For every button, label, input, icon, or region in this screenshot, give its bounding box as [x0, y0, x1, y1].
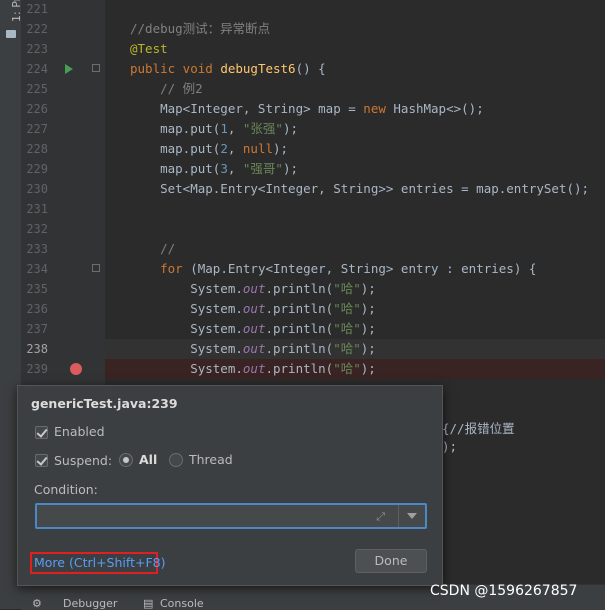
code-line[interactable]: Map<Integer, String> map = new HashMap<>… [130, 99, 484, 119]
more-settings-link[interactable]: More (Ctrl+Shift+F8) [30, 552, 165, 574]
code-line[interactable]: map.put(1, "张强"); [130, 119, 298, 139]
popup-title: genericTest.java:239 [31, 396, 178, 411]
condition-label: Condition: [34, 482, 98, 497]
console-icon[interactable]: ▤ [143, 597, 153, 610]
code-line[interactable]: // 例2 [130, 79, 203, 99]
code-line[interactable]: map.put(3, "强哥"); [130, 159, 298, 179]
code-line[interactable]: System.out.println("哈"); [130, 279, 376, 299]
watermark: CSDN @1596267857 [430, 583, 578, 599]
run-test-icon[interactable] [65, 64, 73, 74]
fold-marker-icon[interactable] [92, 64, 100, 72]
code-line[interactable]: System.out.println("哈"); [130, 339, 376, 359]
code-line[interactable]: for (Map.Entry<Integer, String> entry : … [130, 259, 536, 279]
line-number: 224 [26, 62, 48, 76]
line-number: 238 [26, 342, 48, 356]
line-number: 237 [26, 322, 48, 336]
enabled-checkbox[interactable] [35, 426, 48, 439]
line-number: 232 [26, 222, 48, 236]
breakpoint-icon[interactable] [70, 363, 82, 375]
line-number: 223 [26, 42, 48, 56]
line-number: 231 [26, 202, 48, 216]
condition-input[interactable]: ⤢ [35, 503, 427, 529]
suspend-label: Suspend: [54, 453, 113, 468]
line-number: 229 [26, 162, 48, 176]
code-line[interactable]: public void debugTest6() { [130, 59, 326, 79]
code-line[interactable]: // [130, 239, 175, 259]
done-button[interactable]: Done [355, 549, 427, 573]
code-line[interactable]: System.out.println("哈"); [130, 319, 376, 339]
folder-icon [6, 30, 16, 38]
code-line[interactable]: Set<Map.Entry<Integer, String>> entries … [130, 179, 589, 199]
expand-icon[interactable]: ⤢ [376, 510, 385, 524]
line-number: 226 [26, 102, 48, 116]
line-number: 234 [26, 262, 48, 276]
console-tab[interactable]: Console [160, 597, 204, 610]
enabled-label: Enabled [54, 424, 105, 439]
code-fragment-comment: {//报错位置 [442, 421, 515, 436]
code-line[interactable]: System.out.println("哈"); [130, 359, 376, 379]
line-number: 225 [26, 82, 48, 96]
code-line[interactable]: System.out.println("哈"); [130, 299, 376, 319]
line-number: 233 [26, 242, 48, 256]
code-line[interactable]: map.put(2, null); [130, 139, 288, 159]
suspend-all-radio[interactable] [119, 453, 133, 467]
code-line[interactable]: @Test [130, 39, 168, 59]
line-number: 221 [26, 2, 48, 16]
fold-marker-icon[interactable] [92, 264, 100, 272]
line-number: 230 [26, 182, 48, 196]
suspend-thread-radio[interactable] [169, 453, 183, 467]
breakpoint-properties-popup: genericTest.java:239 Enabled Suspend: Al… [17, 385, 443, 586]
line-number: 239 [26, 362, 48, 376]
debugger-tab[interactable]: Debugger [63, 597, 117, 610]
suspend-checkbox[interactable] [35, 454, 48, 467]
code-fragment-close: ); [442, 439, 458, 454]
suspend-thread-label: Thread [189, 452, 233, 467]
code-line[interactable]: //debug测试：异常断点 [130, 19, 270, 39]
suspend-all-label: All [139, 452, 158, 467]
line-number: 228 [26, 142, 48, 156]
condition-history-dropdown[interactable] [398, 505, 425, 527]
line-number: 235 [26, 282, 48, 296]
debug-icon[interactable]: ⚙ [32, 597, 42, 610]
line-number: 227 [26, 122, 48, 136]
line-number: 222 [26, 22, 48, 36]
line-number: 236 [26, 302, 48, 316]
